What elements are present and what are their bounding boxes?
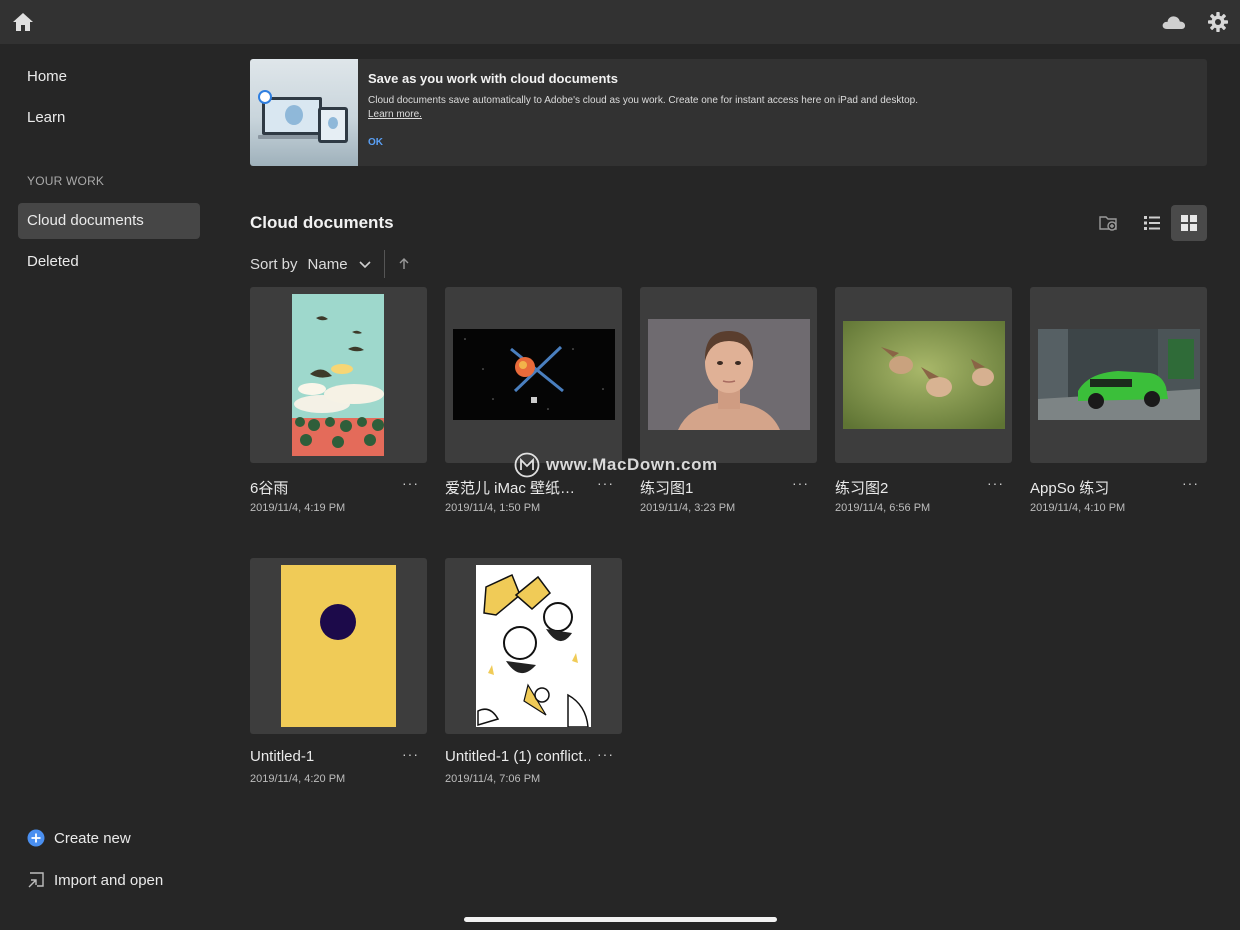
more-options-button[interactable]: ··· — [792, 475, 809, 491]
sort-label: Sort by — [250, 255, 298, 273]
sidebar-item-home[interactable]: Home — [18, 59, 200, 95]
banner-title: Save as you work with cloud documents — [368, 71, 618, 86]
document-card[interactable]: 练习图1 ··· 2019/11/4, 3:23 PM — [640, 287, 817, 514]
sort-direction-arrow-icon[interactable] — [397, 257, 411, 271]
cloud-icon[interactable] — [1161, 12, 1187, 32]
document-thumbnail[interactable] — [250, 287, 427, 463]
cloud-docs-banner: Save as you work with cloud documents Cl… — [250, 59, 1207, 166]
document-date: 2019/11/4, 4:10 PM — [1030, 502, 1126, 514]
sort-divider — [383, 250, 385, 278]
document-date: 2019/11/4, 6:56 PM — [835, 502, 931, 514]
watermark-logo-icon — [514, 452, 540, 478]
document-name[interactable]: AppSo 练习 — [1030, 477, 1175, 498]
home-indicator[interactable] — [464, 917, 777, 922]
document-name[interactable]: Untitled-1 — [250, 748, 395, 765]
sort-control: Sort by Name — [250, 250, 411, 278]
create-new-button[interactable]: Create new — [27, 826, 131, 850]
list-view-button[interactable] — [1134, 205, 1170, 241]
banner-ok-button[interactable]: OK — [368, 137, 383, 148]
document-card[interactable]: AppSo 练习 ··· 2019/11/4, 4:10 PM — [1030, 287, 1207, 514]
top-bar — [0, 0, 1240, 44]
document-card[interactable]: 爱范儿 iMac 壁纸… ··· 2019/11/4, 1:50 PM — [445, 287, 622, 514]
document-date: 2019/11/4, 7:06 PM — [445, 773, 541, 785]
document-name[interactable]: Untitled-1 (1) conflict… — [445, 748, 590, 765]
sort-dropdown[interactable]: Name — [308, 256, 348, 273]
folder-add-icon — [1099, 216, 1117, 231]
document-date: 2019/11/4, 4:20 PM — [250, 773, 346, 785]
document-date: 2019/11/4, 4:19 PM — [250, 502, 346, 514]
document-name[interactable]: 爱范儿 iMac 壁纸… — [445, 477, 590, 498]
create-new-label: Create new — [54, 829, 131, 847]
sidebar-item-learn[interactable]: Learn — [18, 100, 200, 136]
banner-illustration — [250, 59, 358, 166]
grid-view-icon — [1181, 215, 1197, 231]
home-icon[interactable] — [12, 11, 34, 33]
new-folder-button[interactable] — [1090, 205, 1126, 241]
sidebar-item-cloud-documents[interactable]: Cloud documents — [18, 203, 200, 239]
chevron-down-icon[interactable] — [358, 257, 372, 271]
grid-view-button[interactable] — [1171, 205, 1207, 241]
document-thumbnail[interactable] — [1030, 287, 1207, 463]
sidebar-item-deleted[interactable]: Deleted — [18, 244, 200, 280]
document-thumbnail[interactable] — [250, 558, 427, 734]
more-options-button[interactable]: ··· — [1182, 475, 1199, 491]
document-name[interactable]: 练习图1 — [640, 477, 785, 498]
page-title: Cloud documents — [250, 213, 394, 232]
more-options-button[interactable]: ··· — [402, 746, 419, 762]
plus-circle-icon — [27, 829, 45, 847]
import-open-button[interactable]: Import and open — [27, 868, 163, 892]
document-thumbnail[interactable] — [835, 287, 1012, 463]
document-thumbnail[interactable] — [640, 287, 817, 463]
document-date: 2019/11/4, 3:23 PM — [640, 502, 736, 514]
list-view-icon — [1144, 216, 1160, 230]
document-name[interactable]: 6谷雨 — [250, 477, 395, 498]
import-icon — [28, 872, 44, 888]
watermark: www.MacDown.com — [514, 452, 718, 478]
document-card[interactable]: Untitled-1 (1) conflict… ··· 2019/11/4, … — [445, 558, 622, 785]
more-options-button[interactable]: ··· — [597, 746, 614, 762]
section-label-your-work: YOUR WORK — [27, 174, 105, 188]
document-card[interactable]: 练习图2 ··· 2019/11/4, 6:56 PM — [835, 287, 1012, 514]
document-card[interactable]: 6谷雨 ··· 2019/11/4, 4:19 PM — [250, 287, 427, 514]
learn-more-link[interactable]: Learn more. — [368, 109, 422, 120]
more-options-button[interactable]: ··· — [402, 475, 419, 491]
gear-icon[interactable] — [1207, 11, 1229, 33]
banner-body: Cloud documents save automatically to Ad… — [368, 95, 919, 106]
watermark-text: www.MacDown.com — [546, 455, 718, 474]
document-thumbnail[interactable] — [445, 287, 622, 463]
sidebar: Home Learn YOUR WORK Cloud documents Del… — [0, 44, 220, 930]
document-thumbnail[interactable] — [445, 558, 622, 734]
more-options-button[interactable]: ··· — [987, 475, 1004, 491]
import-open-label: Import and open — [54, 871, 164, 889]
document-date: 2019/11/4, 1:50 PM — [445, 502, 541, 514]
document-name[interactable]: 练习图2 — [835, 477, 980, 498]
document-card[interactable]: Untitled-1 ··· 2019/11/4, 4:20 PM — [250, 558, 427, 785]
